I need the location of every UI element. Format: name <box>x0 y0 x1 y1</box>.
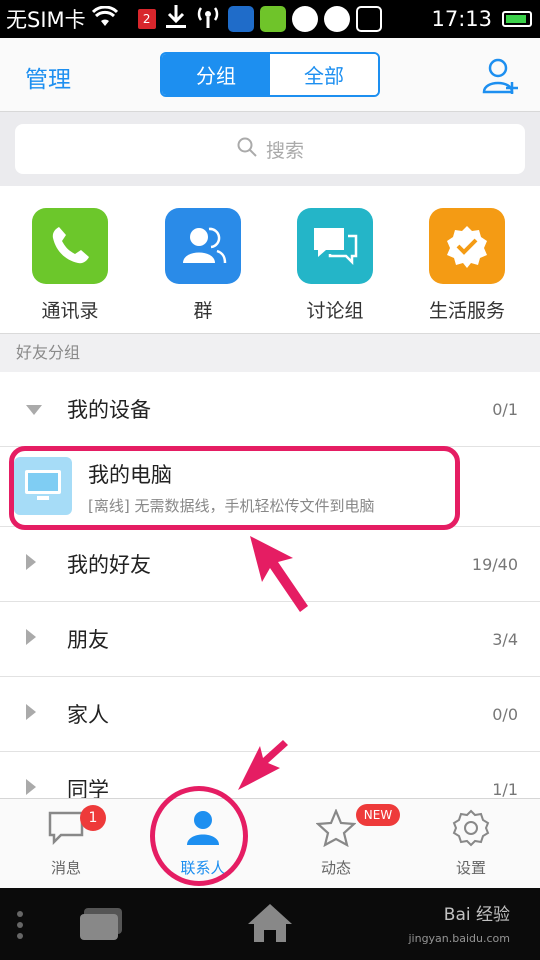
section-title: 好友分组 <box>0 334 540 372</box>
app-discussion[interactable]: 讨论组 <box>275 208 395 323</box>
download-icon <box>164 3 188 35</box>
menu-dots-icon[interactable] <box>16 910 24 944</box>
segment-all[interactable]: 全部 <box>270 54 378 95</box>
video-player-icon <box>323 6 350 32</box>
group-count: 0/1 <box>492 399 518 419</box>
computer-icon <box>14 457 72 515</box>
collapsed-triangle-icon <box>26 704 36 724</box>
notification-count-badge: 2 <box>137 9 156 29</box>
tab-settings[interactable]: 设置 <box>421 809 521 878</box>
service-badge-icon <box>429 208 505 284</box>
watermark-url: jingyan.baidu.com <box>408 932 510 945</box>
quick-apps-row: 通讯录 群 讨论组 生活服务 <box>0 186 540 334</box>
unread-badge: 1 <box>80 805 106 831</box>
watermark-brand: Bai 经验 <box>443 905 510 925</box>
group-name: 我的好友 <box>67 553 151 577</box>
image-icon <box>355 6 382 32</box>
clock: 17:13 <box>431 7 492 31</box>
add-friend-icon[interactable] <box>482 56 522 96</box>
group-my-devices[interactable]: 我的设备 0/1 <box>0 372 540 447</box>
app-label: 通讯录 <box>41 300 99 322</box>
group-count: 1/1 <box>492 779 518 799</box>
status-bar: 无SIM卡 2 17:13 <box>0 0 540 38</box>
segment-grouped[interactable]: 分组 <box>162 54 270 95</box>
device-description: [离线] 无需数据线，手机轻松传文件到电脑 <box>88 497 375 515</box>
manage-button[interactable]: 管理 <box>25 60 71 94</box>
video-player-icon <box>291 6 318 32</box>
search-placeholder: 搜索 <box>265 139 304 162</box>
group-count: 0/0 <box>492 704 518 724</box>
device-name: 我的电脑 <box>88 463 172 487</box>
battery-icon <box>502 11 532 27</box>
search-icon <box>236 136 266 163</box>
person-icon <box>184 809 222 851</box>
recent-apps-icon[interactable] <box>78 906 126 946</box>
tab-label: 设置 <box>455 859 486 877</box>
tab-label: 联系人 <box>180 859 226 877</box>
group-name: 我的设备 <box>67 398 151 422</box>
home-icon[interactable] <box>246 902 294 948</box>
group-my-friends[interactable]: 我的好友 19/40 <box>0 527 540 602</box>
friend-group-list: 我的设备 0/1 我的电脑 [离线] 无需数据线，手机轻松传文件到电脑 我的好友… <box>0 372 540 827</box>
gear-icon <box>452 809 490 851</box>
wifi-icon <box>91 5 118 32</box>
star-icon <box>315 808 357 851</box>
device-my-computer[interactable]: 我的电脑 [离线] 无需数据线，手机轻松传文件到电脑 <box>0 447 540 527</box>
collapsed-triangle-icon <box>26 779 36 799</box>
bottom-tab-bar: 消息 1 联系人 动态 设置 <box>0 798 540 888</box>
iqiyi-icon <box>259 6 286 32</box>
group-friends[interactable]: 朋友 3/4 <box>0 602 540 677</box>
group-name: 家人 <box>67 703 109 727</box>
group-icon <box>165 208 241 284</box>
app-label: 生活服务 <box>428 300 505 322</box>
group-family[interactable]: 家人 0/0 <box>0 677 540 752</box>
tab-label: 消息 <box>50 859 81 877</box>
app-groups[interactable]: 群 <box>143 208 263 323</box>
group-count: 3/4 <box>492 629 518 649</box>
tab-label: 动态 <box>320 859 351 877</box>
app-life-services[interactable]: 生活服务 <box>407 208 527 323</box>
collapsed-triangle-icon <box>26 629 36 649</box>
discussion-icon <box>297 208 373 284</box>
system-nav-bar: Bai 经验 jingyan.baidu.com <box>0 888 540 960</box>
phone-icon <box>32 208 108 284</box>
search-input[interactable]: 搜索 <box>15 124 525 174</box>
app-label: 讨论组 <box>306 300 364 322</box>
signal-broadcast-icon <box>194 4 222 34</box>
view-segment-control: 分组 全部 <box>160 52 380 97</box>
group-name: 朋友 <box>67 628 109 652</box>
carrier-label: 无SIM卡 <box>6 8 86 32</box>
browser-globe-icon <box>227 6 254 32</box>
collapsed-triangle-icon <box>26 554 36 574</box>
expanded-triangle-icon <box>26 400 42 419</box>
app-label: 群 <box>193 300 213 322</box>
group-count: 19/40 <box>471 554 518 574</box>
tab-contacts[interactable]: 联系人 <box>153 809 253 878</box>
search-area: 搜索 <box>0 112 540 186</box>
top-header: 管理 分组 全部 <box>0 38 540 112</box>
new-badge: NEW <box>356 804 400 826</box>
app-contacts[interactable]: 通讯录 <box>10 208 130 323</box>
